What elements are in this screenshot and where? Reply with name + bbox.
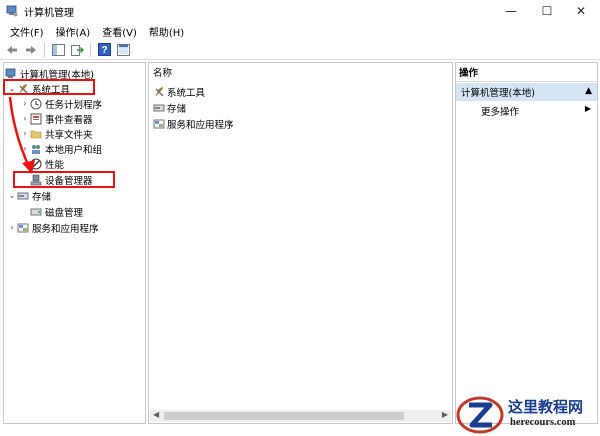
window-title: 计算机管理 [24,7,74,19]
tree-label: 磁盘管理 [45,207,84,219]
menu-file[interactable]: 文件(F) [4,24,50,39]
chevron-right-icon[interactable]: › [7,223,17,232]
tree-label: 存储 [32,191,52,203]
tree-item-services-applications[interactable]: › 服务和应用程序 [7,220,99,235]
tree-item-device-manager[interactable]: 设备管理器 [30,172,93,187]
tree-label: 系统工具 [32,84,71,96]
toolbar-separator [90,42,91,57]
chevron-right-icon[interactable]: › [20,114,30,123]
actions-section-computer-management[interactable]: 计算机管理(本地) ▲ [456,83,597,101]
close-button[interactable]: ✕ [566,0,596,22]
menu-view[interactable]: 查看(V) [96,24,143,39]
tree-item-storage[interactable]: ⌄ 存储 [7,188,51,203]
title-bar: 计算机管理 — ☐ ✕ [0,0,600,22]
chevron-right-icon[interactable]: › [20,159,30,168]
shared-folder-icon [30,130,42,138]
forward-arrow-icon[interactable] [23,42,39,58]
chevron-right-icon[interactable]: › [20,144,30,153]
list-item[interactable]: 系统工具 [153,84,205,99]
tree-label: 任务计划程序 [45,99,103,111]
tree-item-system-tools[interactable]: ⌄ 系统工具 [7,81,70,96]
tree-item-disk-management[interactable]: 磁盘管理 [30,204,83,219]
tree-item-computer-management[interactable]: 计算机管理(本地) [5,66,94,81]
actions-header-label: 操作 [459,68,479,79]
list-item-label: 系统工具 [167,87,206,99]
list-item-label: 存储 [167,103,187,115]
list-item-label: 服务和应用程序 [167,119,234,131]
computer-management-icon [5,68,16,78]
tree-item-task-scheduler[interactable]: › 任务计划程序 [20,96,102,111]
column-header-name[interactable]: 名称 [149,63,452,81]
users-icon [32,144,40,154]
watermark-brand: 这里教程网 [508,398,584,416]
storage-icon [17,192,29,199]
tree-label: 事件查看器 [45,114,93,126]
services-icon [17,223,29,232]
system-tools-icon [155,86,164,97]
minimize-button[interactable]: — [496,0,526,22]
tree-item-shared-folders[interactable]: › 共享文件夹 [20,126,93,141]
tree-label: 服务和应用程序 [32,223,99,235]
storage-icon [153,104,165,111]
list-item[interactable]: 存储 [153,100,186,115]
tree-label: 计算机管理(本地) [20,69,94,81]
performance-icon [30,158,42,169]
chevron-right-icon[interactable]: › [20,129,30,138]
submenu-arrow-icon[interactable]: ▶ [585,104,591,113]
scroll-left-icon[interactable]: ◀ [153,410,159,419]
tree-label: 本地用户和组 [45,144,103,156]
properties-icon[interactable] [115,42,131,58]
toolbar-separator [44,42,45,57]
system-tools-icon [19,83,28,94]
watermark-logo-icon [456,396,504,434]
event-viewer-icon [30,113,42,124]
scrollbar-thumb[interactable] [164,412,404,420]
tree-item-local-users-groups[interactable]: › 本地用户和组 [20,141,102,156]
more-actions-label: 更多操作 [481,106,520,118]
list-item[interactable]: 服务和应用程序 [153,116,234,131]
tree-item-event-viewer[interactable]: › 事件查看器 [20,111,93,126]
actions-header: 操作 [456,63,597,82]
toolbar: ? [0,40,600,60]
chevron-right-icon[interactable]: › [20,99,30,108]
export-list-icon[interactable] [69,42,85,58]
maximize-button[interactable]: ☐ [532,0,562,22]
scroll-right-icon[interactable]: ▶ [442,410,448,419]
clock-icon [30,98,42,109]
device-manager-icon [30,174,42,185]
navigation-tree-pane: 计算机管理(本地) ⌄ 系统工具 › 任务计划程序 › 事件查看器 › 共享文件… [3,62,146,424]
column-header-label: 名称 [153,68,173,79]
actions-pane: 操作 计算机管理(本地) ▲ 更多操作 ▶ [455,62,598,424]
disk-management-icon [30,208,42,215]
watermark: 这里教程网 herecours.com [452,393,600,436]
more-actions-item[interactable]: 更多操作 [481,103,519,118]
watermark-url: herecours.com [510,417,576,428]
menu-bar: 文件(F) 操作(A) 查看(V) 帮助(H) [0,22,600,40]
svg-text:?: ? [101,45,107,56]
services-icon [153,119,165,128]
chevron-down-icon[interactable]: ⌄ [7,191,17,200]
tree-label: 共享文件夹 [45,129,93,141]
tree-label: 性能 [45,159,65,171]
back-arrow-icon[interactable] [4,42,20,58]
collapse-triangle-icon[interactable]: ▲ [585,86,592,96]
chevron-down-icon[interactable]: ⌄ [7,84,17,93]
tree-label: 设备管理器 [45,175,93,187]
content-list-pane: 名称 系统工具 存储 服务和应用程序 ◀ ▶ [148,62,453,424]
show-hide-tree-icon[interactable] [50,42,66,58]
tree-item-performance[interactable]: › 性能 [20,156,64,171]
computer-management-icon [6,5,18,17]
menu-help[interactable]: 帮助(H) [143,24,190,39]
menu-action[interactable]: 操作(A) [50,24,97,39]
actions-section-label: 计算机管理(本地) [461,88,535,99]
horizontal-scrollbar[interactable]: ◀ ▶ [150,410,451,422]
help-icon[interactable]: ? [96,42,112,58]
